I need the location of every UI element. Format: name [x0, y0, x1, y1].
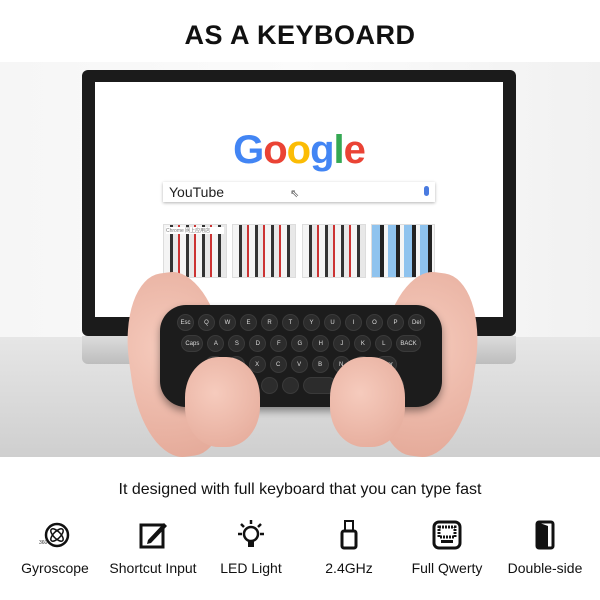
left-thumb [185, 357, 260, 447]
key[interactable]: K [354, 335, 372, 352]
keyboard-row: Esc Q W E R T Y U I O P Del [177, 314, 425, 331]
key[interactable]: B [311, 356, 329, 373]
caption: It designed with full keyboard that you … [118, 481, 482, 498]
thumbnail[interactable] [301, 224, 366, 278]
key[interactable]: O [366, 314, 383, 331]
gyroscope-360-icon: 360 [39, 522, 70, 548]
keyboard-icon [432, 520, 462, 550]
usb-dongle-icon [340, 520, 358, 550]
page-title: AS A KEYBOARD [184, 20, 416, 50]
feature-full-qwerty: Full Qwerty [398, 518, 496, 576]
key[interactable]: C [269, 356, 287, 373]
thumbnails: Chrome 网上应用店 [163, 224, 435, 278]
key[interactable]: E [240, 314, 257, 331]
key[interactable]: P [387, 314, 404, 331]
key[interactable]: D [249, 335, 267, 352]
feature-led-light: LED Light [202, 518, 300, 576]
key[interactable]: Esc [177, 314, 194, 331]
feature-shortcut-input: Shortcut Input [104, 518, 202, 576]
product-photo: Google YouTube ⇖ Chrome 网上应用店 Esc Q W E R T Y U I… [0, 62, 600, 457]
mouse-cursor-icon: ⇖ [290, 188, 300, 200]
light-bulb-icon [238, 520, 264, 547]
search-input[interactable]: YouTube ⇖ [163, 182, 435, 202]
key[interactable] [261, 377, 279, 394]
key[interactable] [282, 377, 300, 394]
feature-list: 360 Gyroscope Shortcut Input LED Light 2… [0, 518, 600, 576]
feature-2-4ghz: 2.4GHz [300, 518, 398, 576]
feature-double-side: Double-side [496, 518, 594, 576]
key[interactable]: V [290, 356, 308, 373]
key[interactable]: H [312, 335, 330, 352]
key[interactable]: I [345, 314, 362, 331]
key[interactable]: J [333, 335, 351, 352]
svg-text:360: 360 [39, 540, 48, 546]
keyboard-row: Caps A S D F G H J K L BACK [178, 335, 424, 352]
thumbnail[interactable]: Chrome 网上应用店 [163, 224, 227, 278]
google-logo: Google [233, 128, 366, 172]
double-side-icon [535, 520, 555, 550]
key[interactable]: T [282, 314, 299, 331]
key[interactable]: Caps [181, 335, 204, 352]
key[interactable]: BACK [396, 335, 421, 352]
thumbnail[interactable] [370, 224, 435, 278]
feature-gyroscope: 360 Gyroscope [6, 518, 104, 576]
edit-pencil-icon [139, 523, 167, 549]
key[interactable]: L [375, 335, 393, 352]
right-thumb [330, 357, 405, 447]
key[interactable]: S [228, 335, 246, 352]
key[interactable]: Q [198, 314, 215, 331]
key[interactable]: U [324, 314, 341, 331]
key[interactable]: F [270, 335, 288, 352]
key[interactable]: Y [303, 314, 320, 331]
key[interactable]: Del [408, 314, 425, 331]
key[interactable]: G [291, 335, 309, 352]
microphone-icon[interactable] [424, 186, 429, 196]
key[interactable]: W [219, 314, 236, 331]
key[interactable]: A [207, 335, 225, 352]
thumbnail[interactable] [232, 224, 297, 278]
key[interactable]: R [261, 314, 278, 331]
